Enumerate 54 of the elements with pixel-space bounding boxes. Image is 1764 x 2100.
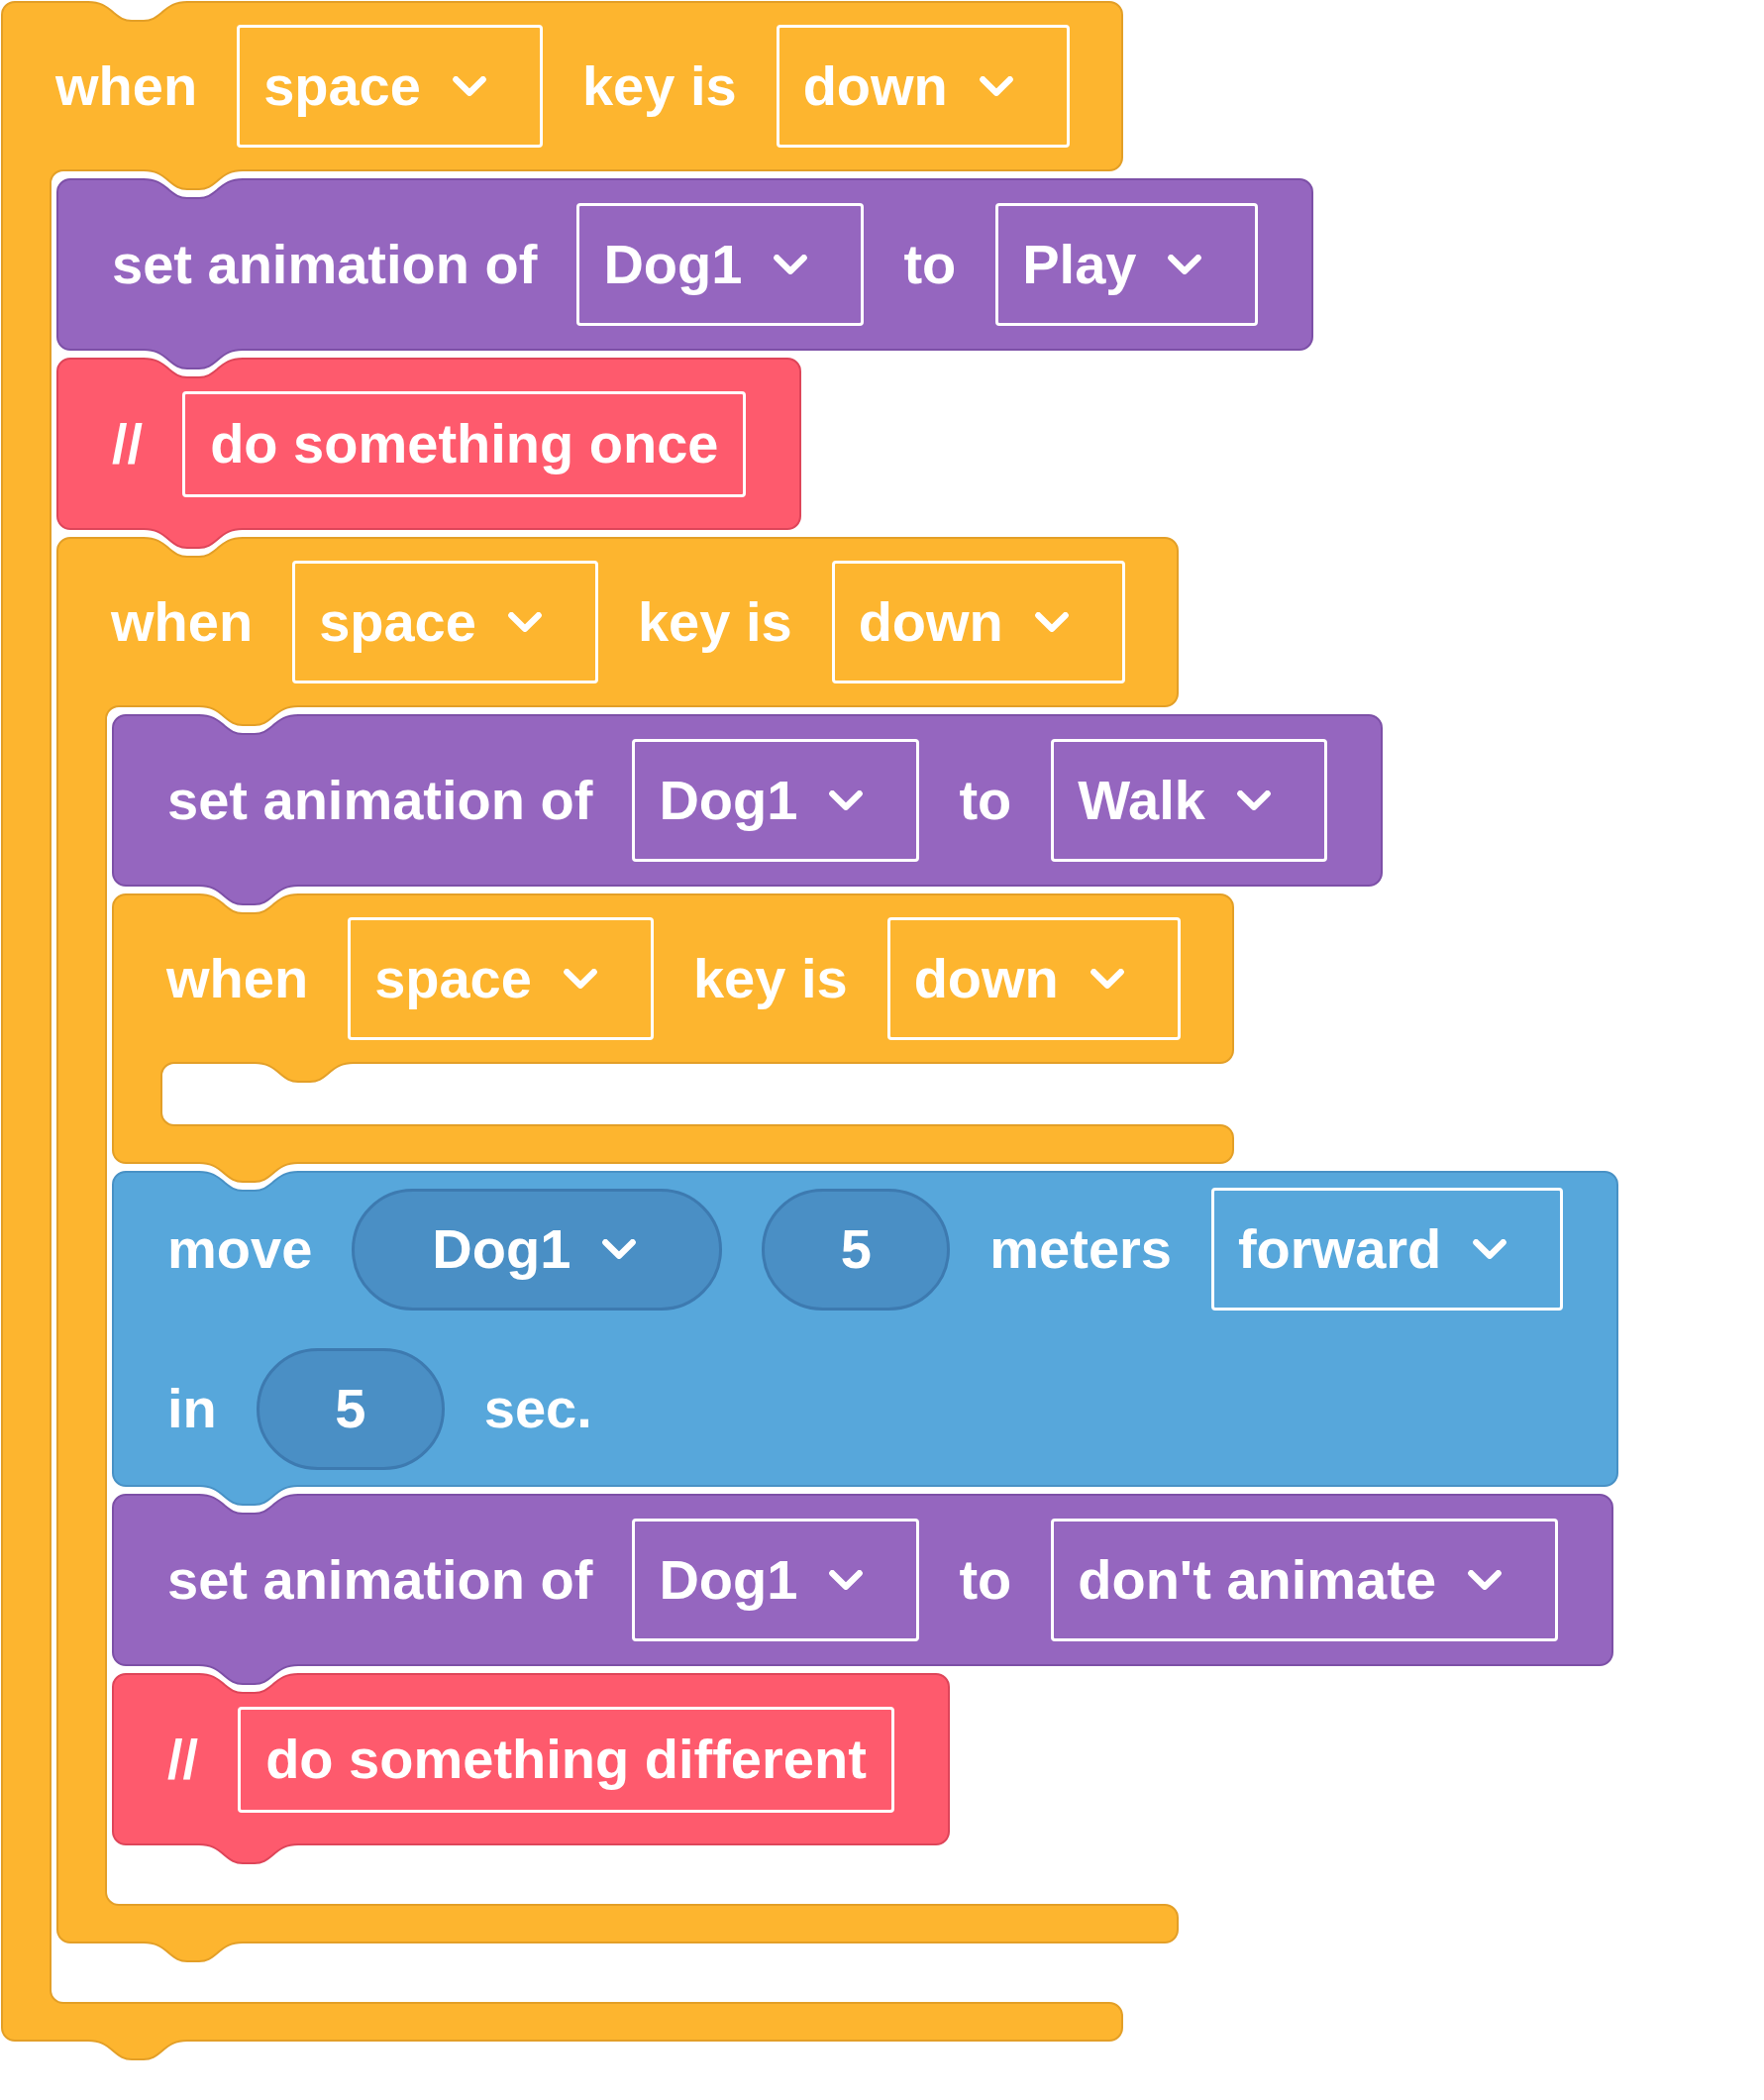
event-block[interactable] bbox=[112, 893, 1234, 1183]
dropdown[interactable]: Play bbox=[995, 203, 1259, 326]
chevron-down-icon bbox=[563, 969, 597, 989]
dropdown[interactable]: space bbox=[348, 917, 654, 1040]
dropdown[interactable]: space bbox=[237, 25, 543, 148]
comment-block[interactable] bbox=[112, 1673, 950, 1864]
dropdown[interactable]: down bbox=[831, 561, 1125, 683]
block-label: sec. bbox=[483, 1376, 592, 1442]
block-label: set animation of bbox=[167, 1547, 593, 1614]
dropdown[interactable]: Dog1 bbox=[352, 1188, 723, 1311]
chevron-down-icon bbox=[1468, 1570, 1503, 1590]
block-label: when bbox=[55, 53, 198, 120]
block-label: in bbox=[167, 1376, 217, 1442]
comment-block[interactable] bbox=[56, 358, 801, 549]
block-label: move bbox=[167, 1216, 313, 1283]
chevron-down-icon bbox=[602, 1239, 637, 1259]
dropdown[interactable]: don't animate bbox=[1051, 1519, 1559, 1641]
block-label: when bbox=[166, 946, 309, 1012]
set-animation-block[interactable] bbox=[56, 178, 1313, 369]
comment-field[interactable]: do something different bbox=[238, 1706, 894, 1813]
block-label: key is bbox=[637, 589, 792, 656]
chevron-down-icon bbox=[774, 255, 808, 274]
set-animation-block[interactable] bbox=[112, 714, 1383, 905]
comment-field[interactable]: do something once bbox=[182, 390, 747, 497]
block-label: key is bbox=[692, 946, 848, 1012]
block-label: set animation of bbox=[112, 232, 538, 298]
block-label: when bbox=[111, 589, 254, 656]
block-label: to bbox=[903, 232, 957, 298]
chevron-down-icon bbox=[979, 76, 1013, 96]
block-label: // bbox=[112, 411, 144, 477]
chevron-down-icon bbox=[829, 1570, 864, 1590]
chevron-down-icon bbox=[829, 790, 864, 810]
dropdown[interactable]: Dog1 bbox=[576, 203, 865, 326]
block-label: meters bbox=[989, 1216, 1172, 1283]
chevron-down-icon bbox=[1168, 255, 1202, 274]
dropdown[interactable]: forward bbox=[1210, 1188, 1564, 1311]
dropdown[interactable]: Walk bbox=[1051, 739, 1327, 862]
chevron-down-icon bbox=[507, 612, 542, 632]
chevron-down-icon bbox=[452, 76, 486, 96]
chevron-down-icon bbox=[1034, 612, 1069, 632]
block-label: set animation of bbox=[167, 768, 593, 834]
block-label: to bbox=[959, 1547, 1012, 1614]
chevron-down-icon bbox=[1473, 1239, 1507, 1259]
dropdown[interactable]: space bbox=[292, 561, 598, 683]
block-label: key is bbox=[581, 53, 737, 120]
block-label: to bbox=[959, 768, 1012, 834]
dropdown[interactable]: down bbox=[776, 25, 1070, 148]
dropdown[interactable]: Dog1 bbox=[632, 739, 920, 862]
block-label: // bbox=[167, 1727, 199, 1793]
dropdown[interactable]: Dog1 bbox=[632, 1519, 920, 1641]
chevron-down-icon bbox=[1090, 969, 1124, 989]
dropdown[interactable]: down bbox=[886, 917, 1181, 1040]
chevron-down-icon bbox=[1236, 790, 1271, 810]
set-animation-block[interactable] bbox=[112, 1494, 1613, 1685]
